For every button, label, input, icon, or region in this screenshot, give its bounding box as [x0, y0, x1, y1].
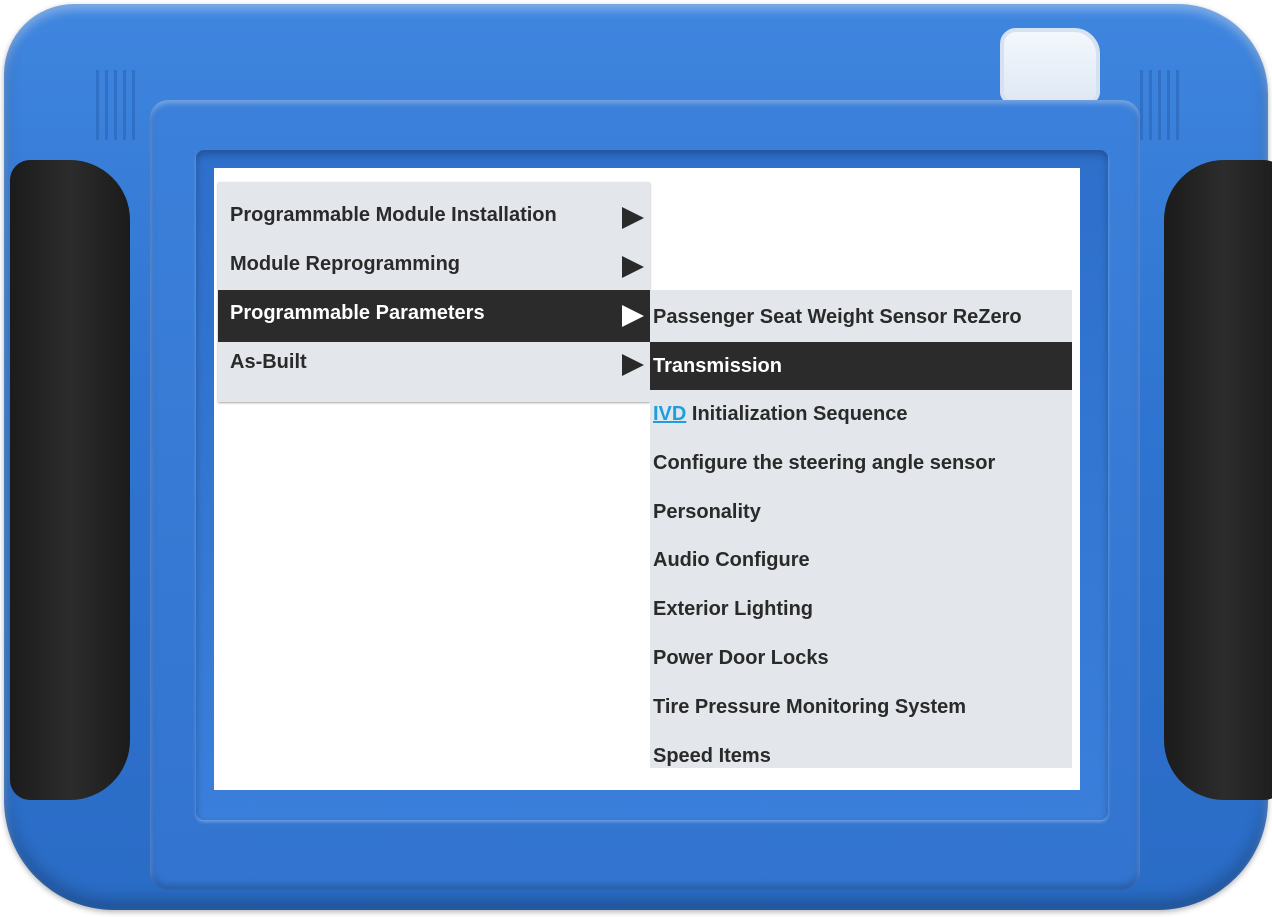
- submenu-item-audio-configure[interactable]: Audio Configure: [650, 536, 1072, 584]
- submenu-item-transmission[interactable]: Transmission: [650, 342, 1072, 390]
- submenu-item-power-door-locks[interactable]: Power Door Locks: [650, 634, 1072, 682]
- submenu-programmable-parameters: Passenger Seat Weight Sensor ReZero Tran…: [650, 290, 1072, 768]
- submenu-item-label: Audio Configure: [653, 549, 810, 571]
- submenu-arrow-icon: [622, 256, 644, 278]
- menu-item-module-reprogramming[interactable]: Module Reprogramming: [218, 241, 650, 293]
- left-vent-ribs: [96, 70, 136, 140]
- submenu-arrow-icon: [622, 354, 644, 376]
- menu-item-programmable-parameters[interactable]: Programmable Parameters: [218, 290, 650, 342]
- submenu-item-label: IVD Initialization Sequence: [653, 403, 908, 426]
- submenu-item-label: Personality: [653, 501, 761, 523]
- submenu-item-speed-items[interactable]: Speed Items: [650, 732, 1072, 780]
- submenu-arrow-icon: [622, 207, 644, 229]
- submenu-item-passenger-seat-weight-sensor[interactable]: Passenger Seat Weight Sensor ReZero: [650, 293, 1072, 341]
- menu-item-label: Programmable Module Installation: [230, 204, 557, 226]
- submenu-item-ivd-initialization[interactable]: IVD Initialization Sequence: [650, 390, 1072, 438]
- submenu-item-label: Configure the steering angle sensor: [653, 452, 996, 474]
- submenu-item-label: Power Door Locks: [653, 647, 829, 669]
- submenu-item-label: Passenger Seat Weight Sensor ReZero: [653, 306, 1022, 328]
- menu-item-programmable-module-installation[interactable]: Programmable Module Installation: [218, 192, 650, 244]
- submenu-item-label: Tire Pressure Monitoring System: [653, 696, 967, 718]
- submenu-item-label: Exterior Lighting: [653, 598, 813, 620]
- submenu-item-exterior-lighting[interactable]: Exterior Lighting: [650, 585, 1072, 633]
- main-menu: Programmable Module Installation Module …: [218, 182, 650, 402]
- submenu-arrow-icon: [622, 305, 644, 327]
- carry-handle: [1000, 28, 1100, 104]
- submenu-item-personality[interactable]: Personality: [650, 488, 1072, 536]
- submenu-item-tire-pressure-monitoring[interactable]: Tire Pressure Monitoring System: [650, 683, 1072, 731]
- submenu-item-steering-angle-sensor[interactable]: Configure the steering angle sensor: [650, 439, 1072, 487]
- left-rubber-grip: [10, 160, 130, 800]
- menu-item-label: Programmable Parameters: [230, 302, 485, 324]
- menu-item-label: As-Built: [230, 351, 307, 373]
- menu-item-label: Module Reprogramming: [230, 253, 461, 275]
- right-vent-ribs: [1140, 70, 1180, 140]
- right-rubber-grip: [1164, 160, 1272, 800]
- ivd-link[interactable]: IVD: [653, 403, 686, 425]
- submenu-item-label: Speed Items: [653, 745, 771, 767]
- ivd-item-text: Initialization Sequence: [686, 403, 908, 425]
- submenu-item-label: Transmission: [653, 355, 782, 377]
- menu-item-as-built[interactable]: As-Built: [218, 339, 650, 391]
- display-screen: Programmable Module Installation Module …: [214, 168, 1080, 790]
